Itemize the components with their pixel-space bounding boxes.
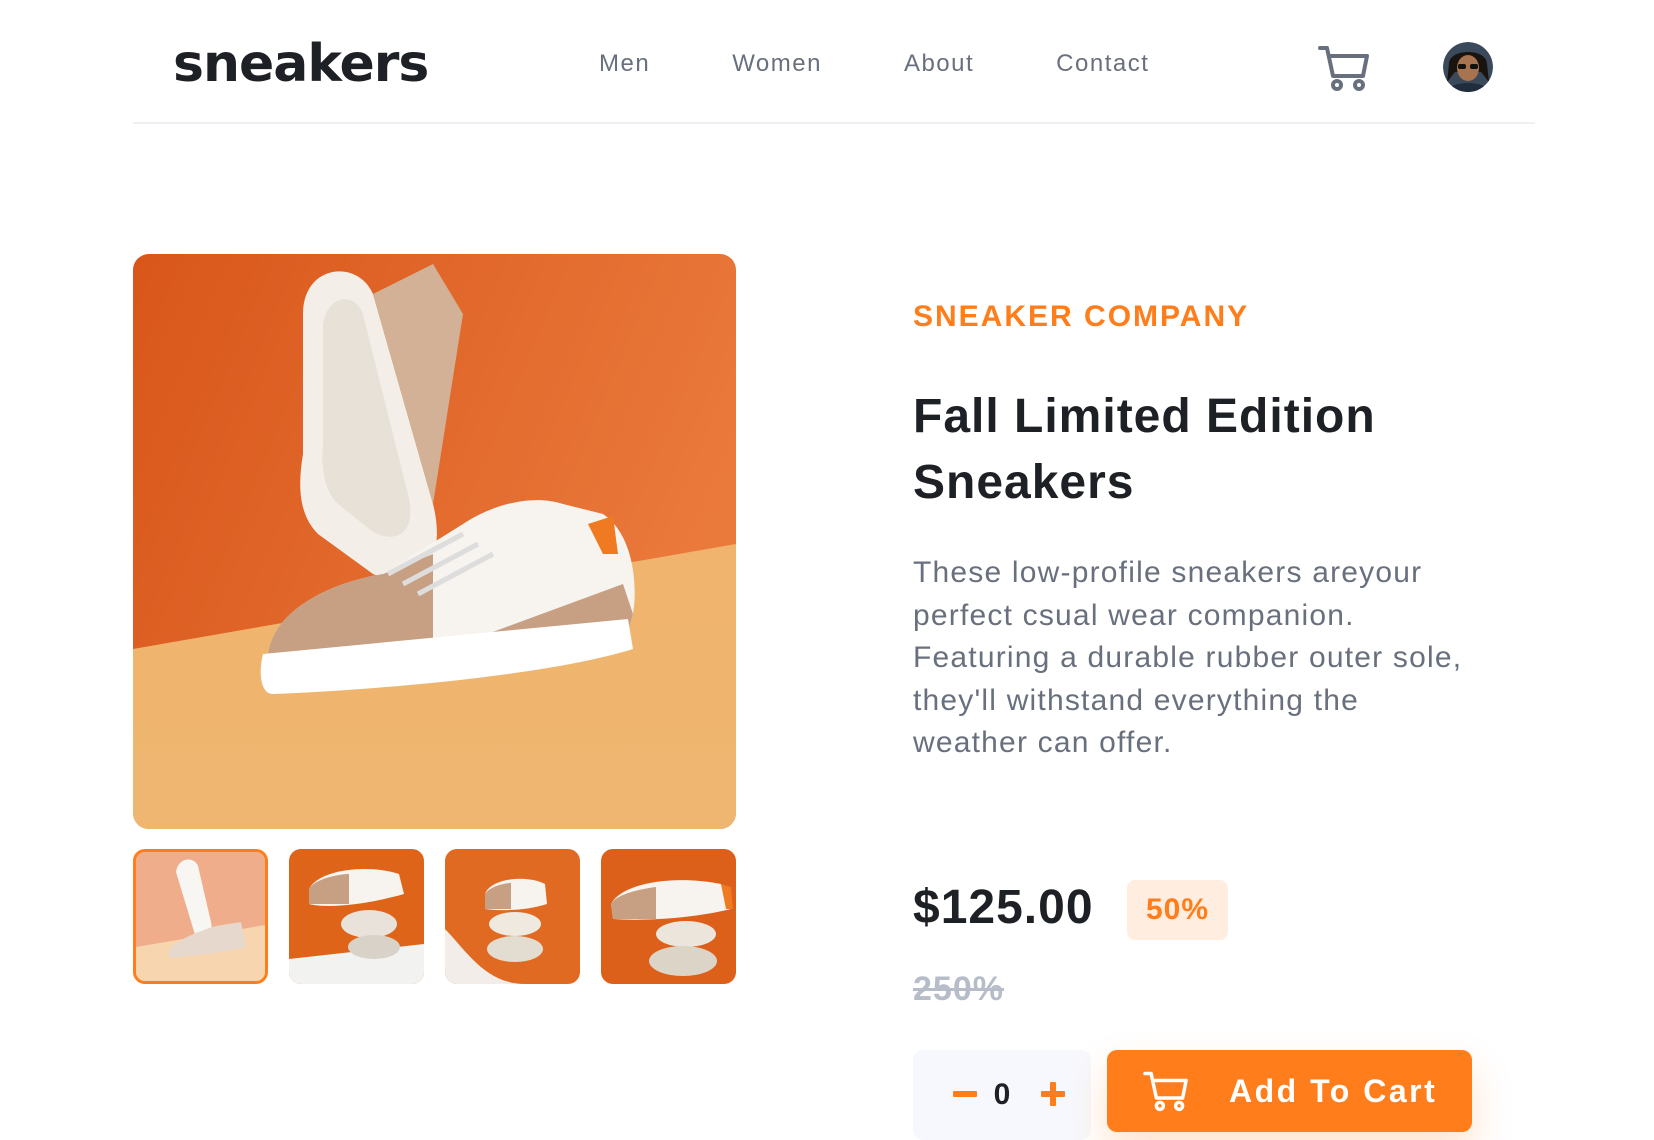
avatar[interactable] xyxy=(1443,42,1493,92)
thumbnail-2[interactable] xyxy=(289,849,424,984)
main-nav: Men Women About Contact xyxy=(599,52,1231,76)
logo[interactable]: sneakers xyxy=(173,38,429,90)
current-price: $125.00 xyxy=(913,881,1094,934)
quantity-value: 0 xyxy=(993,1078,1011,1111)
add-to-cart-label: Add To Cart xyxy=(1229,1072,1438,1109)
cart-icon xyxy=(1318,46,1369,91)
nav-link-women[interactable]: Women xyxy=(732,52,822,76)
product-description: These low-profile sneakers areyour perfe… xyxy=(913,556,1463,759)
plus-icon xyxy=(1041,1082,1065,1106)
nav-link-contact[interactable]: Contact xyxy=(1056,52,1149,76)
thumbnail-1[interactable] xyxy=(133,849,268,984)
increment-button[interactable] xyxy=(1033,1074,1073,1114)
original-price: 250% xyxy=(913,970,1004,1008)
decrement-button[interactable] xyxy=(945,1074,985,1114)
cart-button[interactable] xyxy=(1318,44,1370,92)
company-name: SNEAKER COMPANY xyxy=(913,300,1250,333)
nav-link-men[interactable]: Men xyxy=(599,52,650,76)
cart-icon xyxy=(1143,1071,1188,1112)
site-header: sneakers Men Women About Contact xyxy=(133,0,1535,124)
minus-icon xyxy=(953,1091,977,1097)
thumbnail-3[interactable] xyxy=(445,849,580,984)
thumbnail-4[interactable] xyxy=(601,849,736,984)
product-main-image[interactable] xyxy=(133,254,736,829)
add-to-cart-button[interactable]: Add To Cart xyxy=(1107,1050,1472,1132)
discount-badge: 50% xyxy=(1127,880,1228,940)
product-title: Fall Limited Edition Sneakers xyxy=(913,390,1376,509)
quantity-stepper: 0 xyxy=(913,1050,1091,1140)
nav-link-about[interactable]: About xyxy=(904,52,974,76)
